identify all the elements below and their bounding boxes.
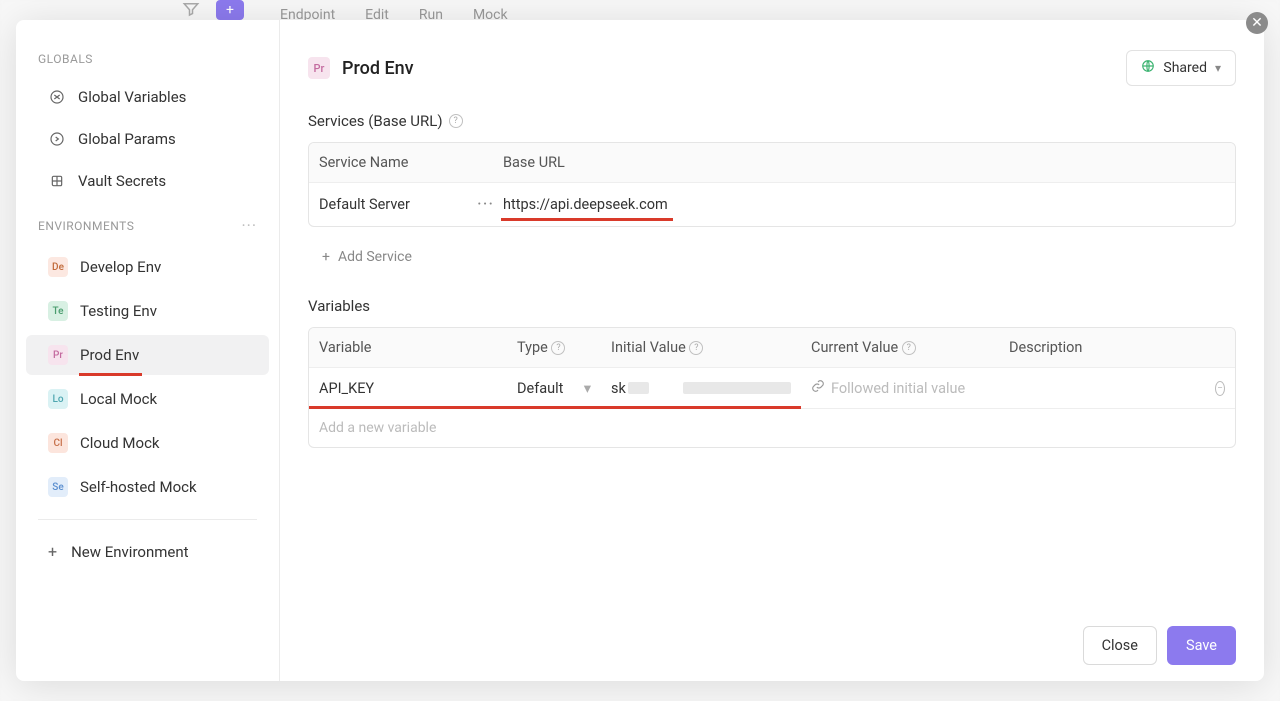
col-variable: Variable [309, 328, 507, 367]
services-section-title: Services (Base URL) ? [308, 112, 1236, 130]
variables-header-row: Variable Type ? Initial Value ? Current … [309, 328, 1235, 368]
remove-icon: − [1215, 381, 1225, 396]
divider [38, 519, 257, 520]
chevron-down-icon: ▾ [1215, 61, 1221, 75]
services-table: Service Name Base URL Default Server ···… [308, 142, 1236, 227]
env-label: Prod Env [80, 346, 139, 364]
env-label: Local Mock [80, 390, 157, 408]
environments-section-label: ENVIRONMENTS ··· [16, 202, 279, 245]
variable-type-select[interactable]: Default ▾ [507, 369, 601, 408]
variable-current-cell[interactable]: Followed initial value [801, 368, 999, 408]
link-icon [811, 379, 825, 397]
title-badge: Pr [308, 57, 330, 79]
environment-modal: GLOBALS Global Variables Global Params V… [16, 20, 1264, 681]
modal-footer: Close Save [1083, 626, 1236, 665]
sidebar-env-local-mock[interactable]: Lo Local Mock [26, 379, 269, 419]
env-label: Testing Env [80, 302, 157, 320]
col-base-url: Base URL [493, 143, 1235, 182]
env-label: Develop Env [80, 258, 161, 276]
chevron-down-icon: ▾ [584, 380, 591, 397]
variable-name-cell[interactable]: API_KEY [309, 369, 507, 408]
services-header-row: Service Name Base URL [309, 143, 1235, 183]
variables-section-title: Variables [308, 297, 1236, 315]
help-icon[interactable]: ? [449, 114, 463, 128]
header-row: Pr Prod Env Shared ▾ [308, 50, 1236, 86]
help-icon[interactable]: ? [902, 341, 916, 355]
service-menu-icon[interactable]: ··· [467, 183, 493, 226]
close-button[interactable]: Close [1083, 626, 1157, 665]
plus-icon: + [48, 542, 57, 561]
vault-icon [48, 172, 66, 190]
variable-initial-cell[interactable]: sk [601, 369, 801, 408]
env-badge: Se [48, 477, 68, 497]
params-icon [48, 130, 66, 148]
variable-row: API_KEY Default ▾ sk Followed in [309, 368, 1235, 409]
modal-close-icon[interactable]: ✕ [1246, 12, 1268, 34]
env-badge: Te [48, 301, 68, 321]
save-button[interactable]: Save [1167, 626, 1236, 665]
env-badge: Cl [48, 433, 68, 453]
variables-table: Variable Type ? Initial Value ? Current … [308, 327, 1236, 448]
service-name-cell[interactable]: Default Server [309, 185, 467, 224]
masked-text [683, 382, 791, 394]
help-icon[interactable]: ? [689, 341, 703, 355]
sidebar: GLOBALS Global Variables Global Params V… [16, 20, 280, 681]
variable-icon [48, 88, 66, 106]
sidebar-env-testing[interactable]: Te Testing Env [26, 291, 269, 331]
sidebar-item-global-variables[interactable]: Global Variables [26, 78, 269, 116]
title-group: Pr Prod Env [308, 57, 414, 79]
sidebar-item-label: Global Variables [78, 88, 186, 106]
sidebar-env-self-hosted-mock[interactable]: Se Self-hosted Mock [26, 467, 269, 507]
env-label: Cloud Mock [80, 434, 160, 452]
masked-text [628, 382, 650, 394]
env-badge: Lo [48, 389, 68, 409]
page-title: Prod Env [342, 58, 414, 79]
service-row: Default Server ··· https://api.deepseek.… [309, 183, 1235, 226]
env-label: Self-hosted Mock [80, 478, 197, 496]
col-service-name: Service Name [309, 143, 493, 182]
add-service-button[interactable]: + Add Service [308, 239, 1236, 275]
env-badge: Pr [48, 345, 68, 365]
sidebar-env-cloud-mock[interactable]: Cl Cloud Mock [26, 423, 269, 463]
sidebar-item-label: Vault Secrets [78, 172, 166, 190]
sidebar-item-global-params[interactable]: Global Params [26, 120, 269, 158]
col-type: Type ? [507, 328, 601, 367]
env-badge: De [48, 257, 68, 277]
sidebar-item-vault-secrets[interactable]: Vault Secrets [26, 162, 269, 200]
new-environment-button[interactable]: + New Environment [26, 532, 269, 571]
plus-icon: + [322, 249, 330, 265]
variable-desc-cell[interactable] [999, 377, 1205, 399]
help-icon[interactable]: ? [551, 341, 565, 355]
col-description: Description [999, 328, 1205, 367]
col-current: Current Value ? [801, 328, 999, 367]
add-variable-row[interactable]: Add a new variable [309, 409, 1235, 447]
environments-menu-icon[interactable]: ··· [241, 216, 257, 235]
sidebar-env-prod[interactable]: Pr Prod Env [26, 335, 269, 375]
add-variable-placeholder[interactable]: Add a new variable [309, 409, 1235, 447]
globals-section-label: GLOBALS [16, 38, 279, 76]
col-initial: Initial Value ? [601, 328, 801, 367]
service-url-cell[interactable]: https://api.deepseek.com [493, 185, 1235, 224]
globe-icon [1141, 59, 1155, 77]
sidebar-item-label: Global Params [78, 130, 176, 148]
shared-dropdown[interactable]: Shared ▾ [1126, 50, 1236, 86]
variable-delete-cell[interactable]: − [1205, 370, 1235, 407]
main-panel: Pr Prod Env Shared ▾ Services (Base URL)… [280, 20, 1264, 681]
sidebar-env-develop[interactable]: De Develop Env [26, 247, 269, 287]
